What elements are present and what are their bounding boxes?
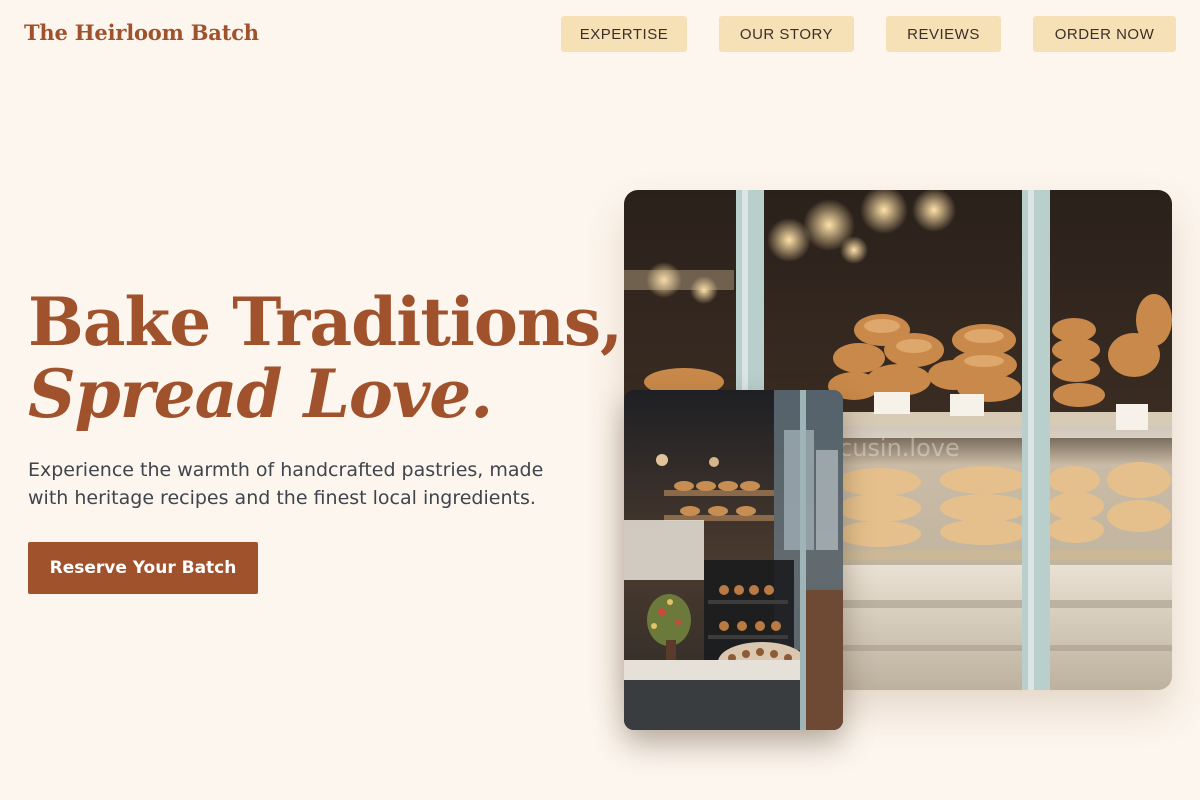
nav-reviews-button[interactable]: REVIEWS [886, 16, 1001, 52]
nav-our-story-button[interactable]: OUR STORY [719, 16, 854, 52]
nav-order-now-button[interactable]: ORDER NOW [1033, 16, 1176, 52]
landing-page: The Heirloom Batch EXPERTISE OUR STORY R… [0, 0, 1200, 800]
reserve-batch-button[interactable]: Reserve Your Batch [28, 542, 258, 594]
hero-title: Bake Traditions, Spread Love. [28, 283, 623, 433]
brand-logo[interactable]: The Heirloom Batch [24, 20, 259, 45]
hero-title-line1: Bake Traditions, [28, 283, 623, 361]
nav-expertise-button[interactable]: EXPERTISE [561, 16, 687, 52]
main-nav: EXPERTISE OUR STORY REVIEWS ORDER NOW [561, 16, 1176, 52]
photo-watermark: cusin.love [839, 434, 960, 462]
bakery-storefront-photo [624, 390, 843, 730]
hero-title-line2: Spread Love. [28, 355, 493, 433]
hero-subtitle: Experience the warmth of handcrafted pas… [28, 459, 544, 509]
